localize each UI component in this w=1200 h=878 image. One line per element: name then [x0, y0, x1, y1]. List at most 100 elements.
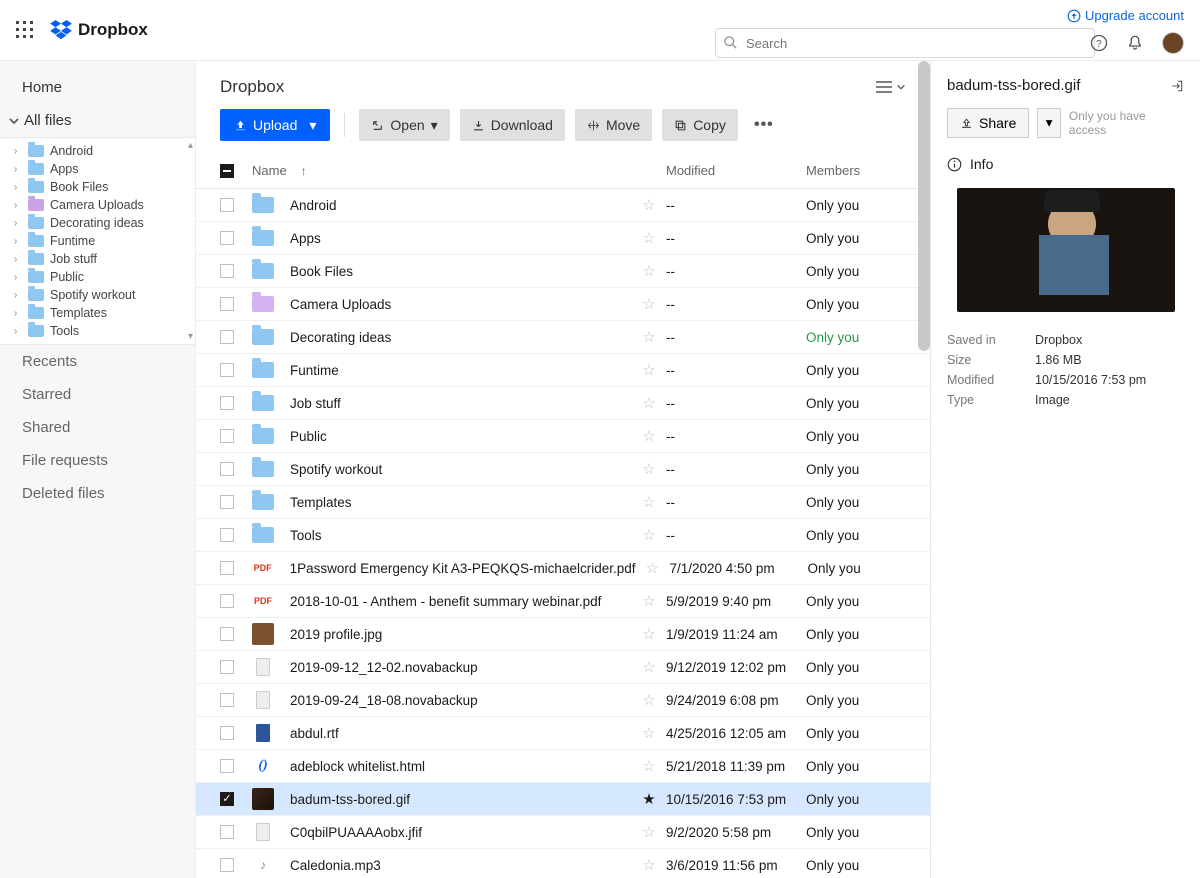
row-checkbox[interactable]: [220, 759, 234, 773]
view-mode-toggle[interactable]: [876, 80, 906, 94]
star-icon[interactable]: ☆: [640, 658, 658, 676]
upload-button[interactable]: Upload ▾: [220, 109, 330, 141]
table-row[interactable]: Spotify workout ☆ -- Only you: [196, 453, 930, 486]
star-icon[interactable]: ☆: [640, 757, 658, 775]
row-checkbox[interactable]: [220, 429, 234, 443]
table-row[interactable]: Decorating ideas ☆ -- Only you: [196, 321, 930, 354]
file-name[interactable]: Camera Uploads: [282, 297, 632, 312]
row-checkbox[interactable]: [220, 528, 234, 542]
table-row[interactable]: Android ☆ -- Only you: [196, 189, 930, 222]
row-checkbox[interactable]: [220, 561, 234, 575]
table-row[interactable]: Templates ☆ -- Only you: [196, 486, 930, 519]
sidebar-folder-item[interactable]: › Templates: [0, 304, 195, 322]
table-row[interactable]: 2019-09-24_18-08.novabackup ☆ 9/24/2019 …: [196, 684, 930, 717]
table-row[interactable]: () adeblock whitelist.html ☆ 5/21/2018 1…: [196, 750, 930, 783]
star-icon[interactable]: ☆: [640, 295, 658, 313]
table-row[interactable]: Book Files ☆ -- Only you: [196, 255, 930, 288]
file-name[interactable]: Spotify workout: [282, 462, 632, 477]
table-row[interactable]: 2019 profile.jpg ☆ 1/9/2019 11:24 am Onl…: [196, 618, 930, 651]
sidebar-folder-item[interactable]: › Decorating ideas: [0, 214, 195, 232]
row-checkbox[interactable]: [220, 330, 234, 344]
file-name[interactable]: Android: [282, 198, 632, 213]
file-members[interactable]: Only you: [806, 297, 906, 312]
row-checkbox[interactable]: [220, 198, 234, 212]
star-icon[interactable]: ☆: [640, 526, 658, 544]
table-row[interactable]: Tools ☆ -- Only you: [196, 519, 930, 552]
file-name[interactable]: Apps: [282, 231, 632, 246]
sidebar-folder-item[interactable]: › Public: [0, 268, 195, 286]
file-members[interactable]: Only you: [806, 858, 906, 873]
row-checkbox[interactable]: [220, 495, 234, 509]
file-name[interactable]: 2019-09-12_12-02.novabackup: [282, 660, 632, 675]
table-row[interactable]: PDF 1Password Emergency Kit A3-PEQKQS-mi…: [196, 552, 930, 585]
sidebar-folder-item[interactable]: › Job stuff: [0, 250, 195, 268]
move-button[interactable]: Move: [575, 109, 652, 141]
table-row[interactable]: Job stuff ☆ -- Only you: [196, 387, 930, 420]
file-members[interactable]: Only you: [806, 627, 906, 642]
row-checkbox[interactable]: [220, 792, 234, 806]
file-name[interactable]: Book Files: [282, 264, 632, 279]
star-icon[interactable]: ☆: [640, 328, 658, 346]
row-checkbox[interactable]: [220, 297, 234, 311]
expand-panel-icon[interactable]: [1170, 79, 1184, 93]
select-all-checkbox[interactable]: [220, 164, 234, 178]
file-members[interactable]: Only you: [806, 264, 906, 279]
help-icon[interactable]: ?: [1090, 34, 1108, 52]
table-row[interactable]: Funtime ☆ -- Only you: [196, 354, 930, 387]
star-icon[interactable]: ☆: [640, 856, 658, 874]
file-name[interactable]: badum-tss-bored.gif: [282, 792, 632, 807]
file-members[interactable]: Only you: [806, 594, 906, 609]
row-checkbox[interactable]: [220, 594, 234, 608]
file-members[interactable]: Only you: [806, 198, 906, 213]
file-preview-thumbnail[interactable]: [957, 188, 1175, 312]
file-name[interactable]: Caledonia.mp3: [282, 858, 632, 873]
file-members[interactable]: Only you: [806, 693, 906, 708]
row-checkbox[interactable]: [220, 693, 234, 707]
row-checkbox[interactable]: [220, 462, 234, 476]
column-header-name[interactable]: Name ↑: [248, 163, 666, 178]
file-members[interactable]: Only you: [806, 825, 906, 840]
upgrade-account-link[interactable]: Upgrade account: [1067, 8, 1184, 23]
meta-saved-in[interactable]: Dropbox: [1035, 333, 1082, 347]
star-icon[interactable]: ☆: [640, 823, 658, 841]
tree-scroll-up-icon[interactable]: ▴: [188, 140, 193, 151]
file-members[interactable]: Only you: [806, 759, 906, 774]
file-members[interactable]: Only you: [806, 726, 906, 741]
star-icon[interactable]: ☆: [640, 361, 658, 379]
table-row[interactable]: badum-tss-bored.gif ★ 10/15/2016 7:53 pm…: [196, 783, 930, 816]
file-name[interactable]: 2019-09-24_18-08.novabackup: [282, 693, 632, 708]
file-name[interactable]: Decorating ideas: [282, 330, 632, 345]
column-header-members[interactable]: Members: [806, 163, 906, 178]
scrollbar[interactable]: [918, 61, 930, 351]
notifications-icon[interactable]: [1126, 34, 1144, 52]
star-icon[interactable]: ☆: [640, 592, 658, 610]
file-members[interactable]: Only you: [806, 495, 906, 510]
file-members[interactable]: Only you: [806, 363, 906, 378]
file-members[interactable]: Only you: [806, 231, 906, 246]
file-members[interactable]: Only you: [806, 330, 906, 345]
file-members[interactable]: Only you: [806, 528, 906, 543]
file-name[interactable]: 2018-10-01 - Anthem - benefit summary we…: [282, 594, 632, 609]
nav-deleted-files[interactable]: Deleted files: [0, 477, 195, 510]
sidebar-folder-item[interactable]: › Apps: [0, 160, 195, 178]
star-icon[interactable]: ☆: [644, 559, 662, 577]
file-name[interactable]: C0qbilPUAAAAobx.jfif: [282, 825, 632, 840]
tree-scroll-down-icon[interactable]: ▾: [188, 331, 193, 342]
star-icon[interactable]: ☆: [640, 724, 658, 742]
more-actions-button[interactable]: •••: [748, 109, 780, 141]
star-icon[interactable]: ☆: [640, 691, 658, 709]
star-icon[interactable]: ☆: [640, 625, 658, 643]
table-row[interactable]: Public ☆ -- Only you: [196, 420, 930, 453]
download-button[interactable]: Download: [460, 109, 565, 141]
sidebar-folder-item[interactable]: › Android: [0, 142, 195, 160]
row-checkbox[interactable]: [220, 396, 234, 410]
file-name[interactable]: 2019 profile.jpg: [282, 627, 632, 642]
star-icon[interactable]: ☆: [640, 427, 658, 445]
nav-shared[interactable]: Shared: [0, 411, 195, 444]
file-name[interactable]: Tools: [282, 528, 632, 543]
share-button[interactable]: Share: [947, 108, 1029, 138]
file-members[interactable]: Only you: [806, 429, 906, 444]
file-members[interactable]: Only you: [806, 660, 906, 675]
user-avatar[interactable]: [1162, 32, 1184, 54]
file-members[interactable]: Only you: [806, 396, 906, 411]
